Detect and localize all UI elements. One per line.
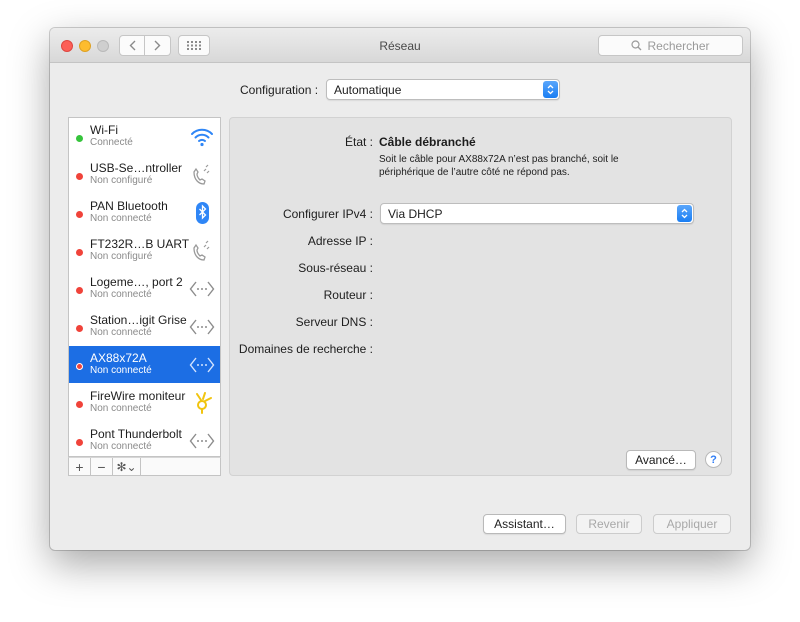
status-dot — [76, 439, 83, 446]
service-name: AX88x72A — [90, 351, 147, 365]
service-list-toolbar: + − ✻⌄ — [68, 457, 221, 476]
service-name: Logeme…, port 2 — [90, 275, 183, 289]
service-item-port-2[interactable]: Logeme…, port 2 Non connecté — [69, 270, 220, 307]
service-name: Wi-Fi — [90, 123, 118, 137]
service-item-thunderbolt-bridge[interactable]: Pont Thunderbolt Non connecté — [69, 422, 220, 459]
service-status: Non connecté — [90, 289, 152, 300]
add-service-button[interactable]: + — [69, 458, 91, 475]
state-value: Câble débranché — [379, 135, 476, 149]
status-dot — [76, 287, 83, 294]
phone-icon — [193, 164, 210, 185]
ethernet-icon — [189, 281, 215, 297]
search-domains-label: Domaines de recherche : — [238, 342, 373, 356]
service-name: Pont Thunderbolt — [90, 427, 182, 441]
configuration-label: Configuration : — [240, 83, 319, 97]
apply-button[interactable]: Appliquer — [653, 514, 731, 534]
ipv4-value: Via DHCP — [388, 206, 443, 221]
wifi-icon — [191, 128, 213, 147]
service-item-wifi[interactable]: Wi-Fi Connecté — [69, 118, 220, 155]
service-item-bluetooth-pan[interactable]: PAN Bluetooth Non connecté — [69, 194, 220, 231]
ipv4-label: Configurer IPv4 : — [282, 207, 373, 221]
status-dot — [76, 135, 83, 142]
service-item-ax88x72a[interactable]: AX88x72A Non connecté — [69, 346, 220, 383]
configuration-value: Automatique — [334, 82, 402, 97]
ipv4-popup[interactable]: Via DHCP — [380, 203, 694, 224]
state-label: État : — [344, 135, 373, 149]
search-placeholder: Rechercher — [647, 38, 710, 53]
state-description: Soit le câble pour AX88x72A n’est pas br… — [379, 154, 619, 178]
service-status: Non connecté — [90, 365, 152, 376]
advanced-button[interactable]: Avancé… — [626, 450, 696, 470]
help-button[interactable]: ? — [705, 451, 722, 468]
title-bar: Réseau Rechercher — [50, 28, 750, 63]
network-preferences-window: Réseau Rechercher Configuration : Automa… — [50, 28, 750, 550]
service-name: USB-Se…ntroller — [90, 161, 183, 175]
service-status: Non configuré — [90, 251, 153, 262]
service-item-usb-serial[interactable]: USB-Se…ntroller Non configuré — [69, 156, 220, 193]
service-name: FireWire moniteur — [90, 389, 186, 403]
ip-address-label: Adresse IP : — [307, 234, 373, 248]
configuration-popup[interactable]: Automatique — [326, 79, 560, 100]
service-item-station-grise[interactable]: Station…igit Grise Non connecté — [69, 308, 220, 345]
status-dot — [76, 173, 83, 180]
status-dot — [76, 325, 83, 332]
bluetooth-icon — [196, 202, 209, 224]
phone-icon — [193, 240, 210, 261]
search-field[interactable]: Rechercher — [598, 35, 743, 56]
service-status: Non configuré — [90, 175, 153, 186]
service-list: Wi-Fi Connecté USB-Se…ntroller Non confi… — [68, 117, 221, 457]
dns-server-label: Serveur DNS : — [295, 315, 373, 329]
service-name: Station…igit Grise — [90, 313, 187, 327]
service-status: Non connecté — [90, 213, 152, 224]
service-name: FT232R…B UART — [90, 237, 190, 251]
revert-button[interactable]: Revenir — [576, 514, 642, 534]
search-icon — [631, 40, 642, 51]
ethernet-icon — [189, 357, 215, 373]
status-dot — [76, 249, 83, 256]
service-item-ft232r-uart[interactable]: FT232R…B UART Non configuré — [69, 232, 220, 269]
status-dot — [76, 401, 83, 408]
router-label: Routeur : — [323, 288, 373, 302]
action-menu-button[interactable]: ✻⌄ — [113, 458, 141, 475]
service-item-firewire[interactable]: FireWire moniteur Non connecté — [69, 384, 220, 421]
subnet-label: Sous-réseau : — [298, 261, 373, 275]
assistant-button[interactable]: Assistant… — [483, 514, 566, 534]
service-status: Connecté — [90, 137, 133, 148]
ethernet-icon — [189, 433, 215, 449]
service-status: Non connecté — [90, 403, 152, 414]
service-status: Non connecté — [90, 441, 152, 452]
popup-arrows-icon — [677, 205, 692, 222]
status-dot — [76, 211, 83, 218]
service-name: PAN Bluetooth — [90, 199, 168, 213]
firewire-icon — [196, 392, 212, 414]
ethernet-icon — [189, 319, 215, 335]
status-dot — [76, 363, 83, 370]
remove-service-button[interactable]: − — [91, 458, 113, 475]
popup-arrows-icon — [543, 81, 558, 98]
service-status: Non connecté — [90, 327, 152, 338]
